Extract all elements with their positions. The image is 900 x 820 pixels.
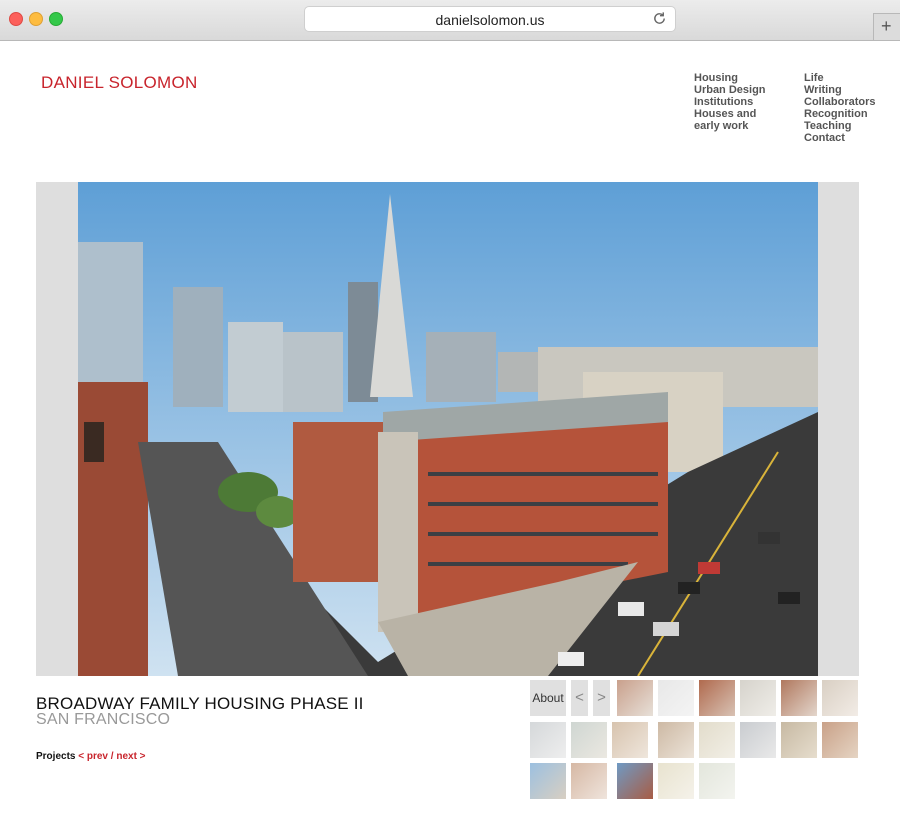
project-hero-image[interactable] (36, 182, 859, 676)
minimize-window-button[interactable] (29, 12, 43, 26)
thumbnail[interactable] (612, 722, 648, 758)
thumbnail[interactable] (617, 680, 653, 716)
nav-link-writing[interactable]: Writing (804, 84, 884, 96)
thumbnail[interactable] (699, 763, 735, 799)
nav-link-housing[interactable]: Housing (694, 72, 784, 84)
new-tab-button[interactable]: + (873, 13, 900, 40)
nav-link-contact[interactable]: Contact (804, 132, 884, 144)
thumbnail[interactable] (658, 722, 694, 758)
thumbs-prev-button[interactable]: < (571, 680, 588, 716)
about-button[interactable]: About (530, 680, 566, 716)
project-pager: Projects < prev / next > (36, 751, 146, 762)
thumbnail[interactable] (530, 763, 566, 799)
thumbnail[interactable] (740, 722, 776, 758)
thumbnail[interactable] (699, 680, 735, 716)
thumbnail[interactable] (781, 680, 817, 716)
thumbnail[interactable] (658, 763, 694, 799)
nav-link-institutions[interactable]: Institutions (694, 96, 784, 108)
url-text: danielsolomon.us (435, 12, 545, 28)
browser-toolbar: danielsolomon.us + (0, 0, 900, 41)
thumbnail[interactable] (617, 763, 653, 799)
nav-link-urban-design[interactable]: Urban Design (694, 84, 784, 96)
prev-project-link[interactable]: < prev (78, 751, 108, 762)
address-bar[interactable]: danielsolomon.us (305, 7, 675, 31)
thumbnail[interactable] (571, 763, 607, 799)
plus-icon: + (881, 16, 892, 36)
nav-link-life[interactable]: Life (804, 72, 884, 84)
nav-link-collaborators[interactable]: Collaborators (804, 96, 884, 108)
nav-link-houses-early-work[interactable]: Houses and early work (694, 108, 784, 132)
thumbnail[interactable] (822, 722, 858, 758)
thumbnail[interactable] (740, 680, 776, 716)
nav-column-primary: Housing Urban Design Institutions Houses… (694, 72, 784, 132)
next-project-link[interactable]: next > (116, 751, 145, 762)
city-photo (78, 182, 818, 676)
thumbnail[interactable] (658, 680, 694, 716)
project-location: SAN FRANCISCO (36, 711, 171, 728)
site-logo[interactable]: DANIEL SOLOMON (41, 73, 198, 93)
reload-icon[interactable] (652, 11, 667, 26)
thumbnail[interactable] (699, 722, 735, 758)
nav-column-secondary: Life Writing Collaborators Recognition T… (804, 72, 884, 144)
thumbnail[interactable] (781, 722, 817, 758)
close-window-button[interactable] (9, 12, 23, 26)
zoom-window-button[interactable] (49, 12, 63, 26)
projects-link[interactable]: Projects (36, 751, 75, 762)
thumbnail[interactable] (530, 722, 566, 758)
thumbnail[interactable] (571, 722, 607, 758)
nav-link-recognition[interactable]: Recognition (804, 108, 884, 120)
thumbnail[interactable] (822, 680, 858, 716)
nav-link-teaching[interactable]: Teaching (804, 120, 884, 132)
thumbs-next-button[interactable]: > (593, 680, 610, 716)
